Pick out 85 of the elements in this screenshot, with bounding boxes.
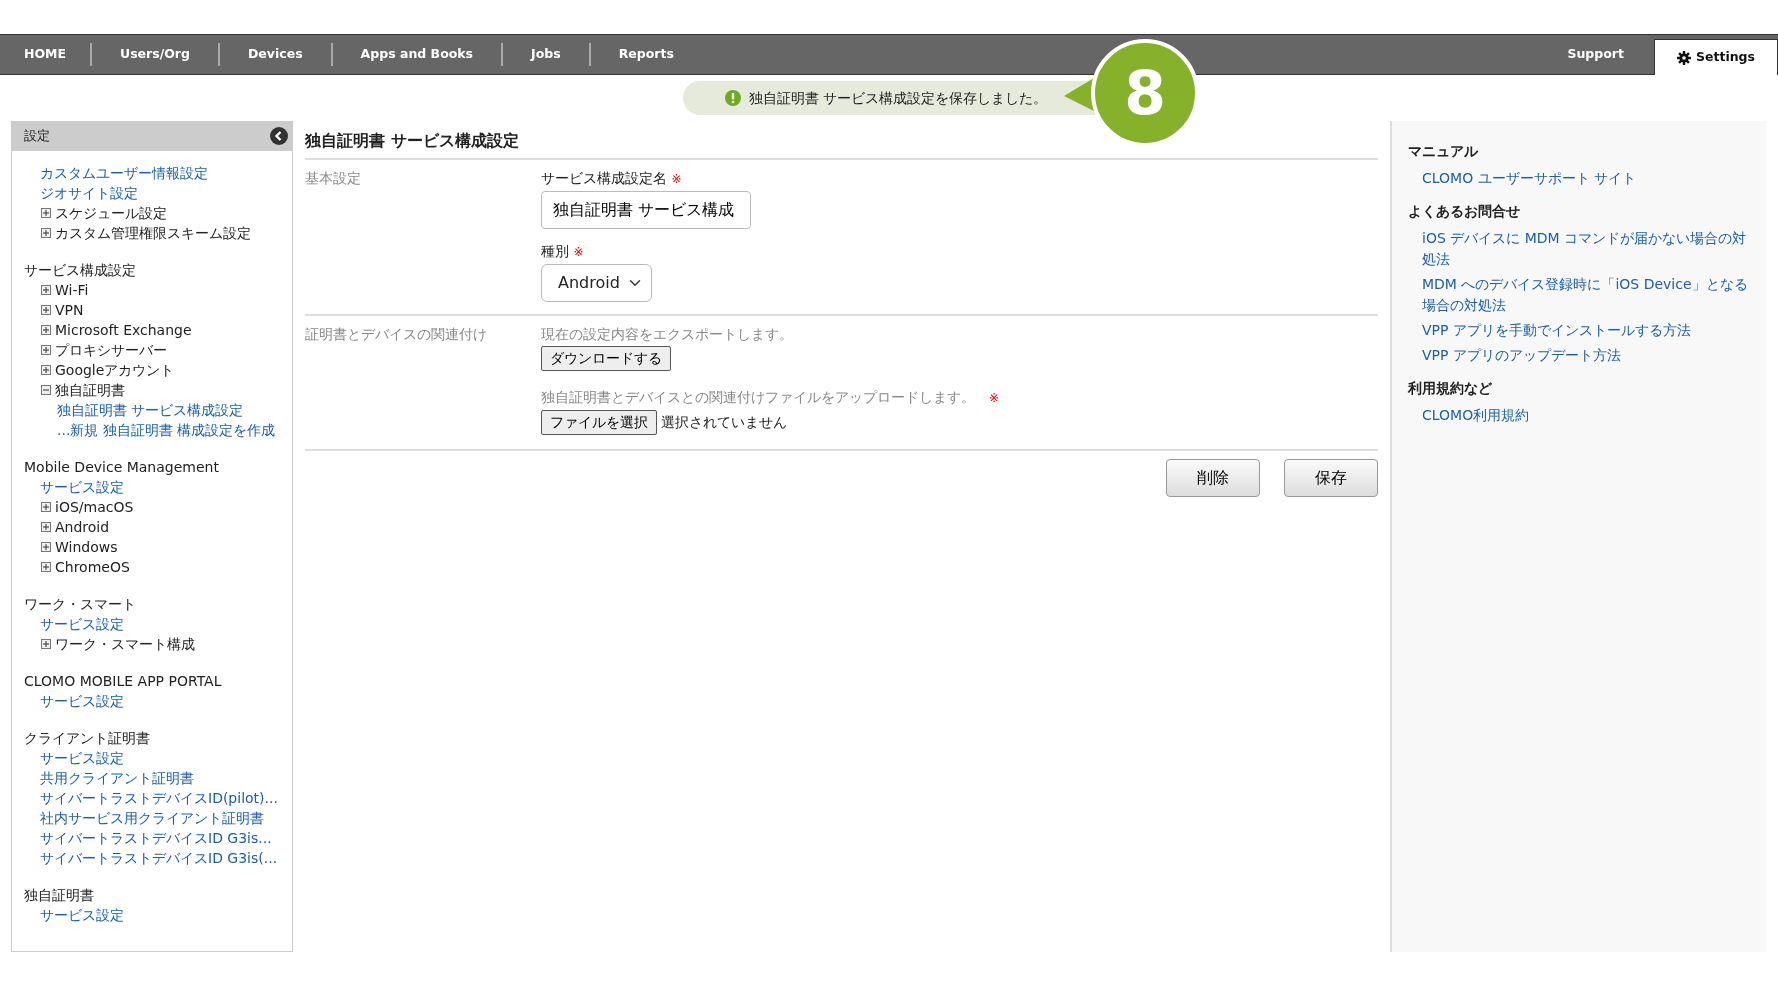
nav-tab[interactable]: Reports: [590, 35, 702, 74]
sidebar-link[interactable]: サービス設定: [40, 691, 124, 711]
sidebar-link[interactable]: 社内サービス用クライアント証明書: [40, 808, 264, 828]
tree-item[interactable]: ワーク・スマート構成: [55, 634, 195, 654]
alert-icon: [725, 90, 741, 106]
sidebar-link[interactable]: サービス設定: [40, 748, 124, 768]
sidebar-link[interactable]: ...新規 独自証明書 構成設定を作成: [57, 420, 276, 440]
nav-tab[interactable]: Jobs: [503, 35, 589, 74]
tree-item[interactable]: カスタム管理権限スキーム設定: [55, 223, 251, 243]
tree-item[interactable]: 独自証明書: [55, 380, 125, 400]
required-mark: ※: [573, 245, 584, 259]
expand-icon[interactable]: [41, 562, 51, 572]
nav-tab[interactable]: Users/Org: [92, 35, 218, 74]
download-button[interactable]: ダウンロードする: [541, 346, 671, 372]
tree-item[interactable]: Microsoft Exchange: [55, 320, 192, 340]
tree-item[interactable]: iOS/macOS: [55, 497, 134, 517]
help-text: 現在の設定内容をエクスポートします。: [541, 325, 794, 344]
page-title: 独自証明書 サービス構成設定: [305, 121, 1378, 160]
tree-item[interactable]: Googleアカウント: [55, 360, 175, 380]
sidebar-link[interactable]: 共用クライアント証明書: [40, 768, 194, 788]
help-link[interactable]: VPP アプリを手動でインストールする方法: [1422, 320, 1691, 341]
section-heading: Mobile Device Management: [24, 458, 220, 477]
sidebar-link[interactable]: ジオサイト設定: [40, 183, 138, 203]
delete-button[interactable]: 削除: [1166, 459, 1260, 498]
expand-icon[interactable]: [41, 285, 51, 295]
type-select[interactable]: Android: [541, 264, 652, 302]
expand-icon[interactable]: [41, 305, 51, 315]
gear-icon: [1677, 50, 1691, 65]
choose-file-button[interactable]: ファイルを選択: [541, 410, 657, 436]
help-link[interactable]: MDM へのデバイス登録時に「iOS Device」となる場合の対処法: [1422, 274, 1750, 316]
tree-item[interactable]: VPN: [55, 300, 84, 320]
sidebar-link[interactable]: カスタムユーザー情報設定: [40, 163, 208, 183]
section-heading: CLOMO MOBILE APP PORTAL: [24, 672, 223, 691]
tree-item[interactable]: Android: [55, 517, 110, 537]
toast-message: 独自証明書 サービス構成設定を保存しました。: [749, 88, 1048, 108]
help-link[interactable]: CLOMO ユーザーサポート サイト: [1422, 168, 1637, 189]
expand-icon[interactable]: [41, 365, 51, 375]
help-heading: 利用規約など: [1408, 379, 1493, 398]
required-mark: ※: [989, 391, 1000, 406]
field-label: サービス構成設定名: [541, 170, 667, 186]
collapse-sidebar-icon[interactable]: [270, 127, 288, 145]
section-heading: ワーク・スマート: [24, 595, 137, 614]
sidebar-link[interactable]: サービス設定: [40, 477, 124, 497]
required-mark: ※: [671, 172, 682, 186]
expand-icon[interactable]: [41, 325, 51, 335]
collapse-icon[interactable]: [41, 385, 51, 395]
expand-icon[interactable]: [41, 639, 51, 649]
help-heading: よくあるお問合せ: [1408, 202, 1521, 221]
sidebar-link[interactable]: サイバートラストデバイスID(pilot)...: [40, 788, 278, 808]
nav-tab[interactable]: HOME: [0, 35, 90, 74]
help-link[interactable]: iOS デバイスに MDM コマンドが届かない場合の対処法: [1422, 228, 1750, 270]
section-heading: 独自証明書: [24, 886, 95, 905]
expand-icon[interactable]: [41, 502, 51, 512]
expand-icon[interactable]: [41, 522, 51, 532]
nav-tab[interactable]: Apps and Books: [332, 35, 502, 74]
tree-item[interactable]: Windows: [55, 537, 118, 557]
tree-item[interactable]: プロキシサーバー: [55, 340, 167, 360]
name-field[interactable]: 独自証明書 サービス構成: [541, 191, 751, 229]
tree-item[interactable]: スケジュール設定: [55, 203, 167, 223]
section-heading: サービス構成設定: [24, 261, 137, 280]
field-label: 種別: [541, 243, 569, 259]
expand-icon[interactable]: [41, 345, 51, 355]
save-button[interactable]: 保存: [1284, 459, 1378, 498]
tree-item[interactable]: Wi-Fi: [55, 280, 89, 300]
nav-tab[interactable]: Support: [1537, 35, 1654, 74]
nav-tab[interactable]: Devices: [220, 35, 331, 74]
help-link[interactable]: CLOMO利用規約: [1422, 405, 1530, 426]
sidebar-title: 設定: [24, 127, 50, 146]
help-link[interactable]: VPP アプリのアップデート方法: [1422, 345, 1621, 366]
section-label: 基本設定: [305, 169, 362, 188]
section-label: 証明書とデバイスの関連付け: [305, 325, 488, 344]
expand-icon[interactable]: [41, 208, 51, 218]
sidebar-link[interactable]: サービス設定: [40, 905, 124, 925]
expand-icon[interactable]: [41, 542, 51, 552]
tree-item[interactable]: ChromeOS: [55, 557, 130, 577]
file-status: 選択されていません: [661, 414, 787, 431]
sidebar-link[interactable]: サイバートラストデバイスID G3is...: [40, 828, 272, 848]
sidebar-link[interactable]: サイバートラストデバイスID G3is(...: [40, 848, 278, 868]
expand-icon[interactable]: [41, 228, 51, 238]
help-text: 独自証明書とデバイスとの関連付けファイルをアップロードします。: [541, 389, 975, 406]
section-heading: クライアント証明書: [24, 729, 151, 748]
sidebar-link[interactable]: サービス設定: [40, 614, 124, 634]
help-heading: マニュアル: [1408, 142, 1479, 161]
nav-tab[interactable]: Settings: [1654, 39, 1778, 75]
sidebar-link[interactable]: 独自証明書 サービス構成設定: [57, 400, 244, 420]
